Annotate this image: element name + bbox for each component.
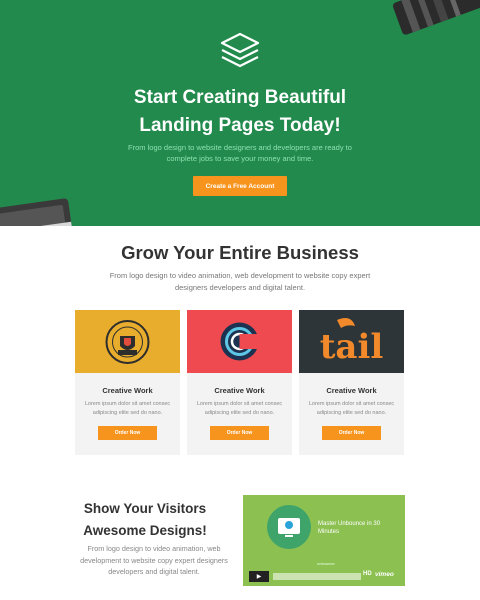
video-player[interactable]: Master Unbounce in 30 Minutes unbounce ▶… bbox=[243, 495, 405, 586]
show-subtitle: From logo design to video animation, web… bbox=[80, 544, 228, 576]
video-title: Master Unbounce in 30 Minutes bbox=[318, 521, 381, 535]
order-now-button[interactable]: Order Now bbox=[210, 426, 269, 440]
card-title: Creative Work bbox=[102, 386, 153, 395]
show-title-line-1: Show Your Visitors bbox=[83, 501, 207, 516]
order-now-button[interactable]: Order Now bbox=[98, 426, 157, 440]
video-progress-track[interactable] bbox=[273, 573, 361, 580]
vimeo-logo[interactable]: vimeo bbox=[375, 571, 394, 578]
feature-card: tail Creative Work Lorem ipsum dolor sit… bbox=[299, 310, 404, 455]
section-title: Grow Your Entire Business bbox=[121, 242, 359, 263]
fox-tail-logo-icon: tail bbox=[320, 318, 384, 367]
create-account-button[interactable]: Create a Free Account bbox=[193, 176, 287, 196]
hero-subtitle: From logo design to website designers an… bbox=[128, 143, 352, 163]
video-brand-label: unbounce bbox=[317, 561, 335, 566]
feature-card: Creative Work Lorem ipsum dolor sit amet… bbox=[187, 310, 292, 455]
card-image-logo bbox=[187, 310, 292, 373]
layers-icon bbox=[220, 32, 260, 68]
card-text: Lorem ipsum dolor sit amet consec adipis… bbox=[308, 401, 395, 416]
card-image-tail: tail bbox=[299, 310, 404, 373]
device-image bbox=[0, 198, 73, 226]
hero-title-line-1: Start Creating Beautiful bbox=[133, 87, 347, 108]
card-image-illustration bbox=[75, 310, 180, 373]
tail-logo-text: tail bbox=[320, 327, 384, 367]
hd-toggle[interactable]: HD bbox=[363, 571, 372, 577]
card-text: Lorem ipsum dolor sit amet consec adipis… bbox=[84, 401, 171, 416]
section-subtitle: From logo design to video animation, web… bbox=[109, 271, 371, 292]
card-text: Lorem ipsum dolor sit amet consec adipis… bbox=[196, 401, 283, 416]
hero-section: Start Creating Beautiful Landing Pages T… bbox=[0, 0, 480, 226]
illustration-badge-icon bbox=[105, 320, 150, 364]
c-logo-icon bbox=[220, 322, 262, 361]
hero-title: Start Creating Beautiful Landing Pages T… bbox=[0, 84, 480, 140]
show-title: Show Your Visitors Awesome Designs! bbox=[60, 498, 230, 542]
video-control-bar: ▶ HD vimeo bbox=[245, 569, 403, 583]
unbounce-icon bbox=[278, 518, 300, 537]
show-title-line-2: Awesome Designs! bbox=[83, 523, 207, 538]
camera-lens-image bbox=[392, 0, 480, 35]
feature-card: Creative Work Lorem ipsum dolor sit amet… bbox=[75, 310, 180, 455]
card-title: Creative Work bbox=[214, 386, 265, 395]
order-now-button[interactable]: Order Now bbox=[322, 426, 381, 440]
play-icon[interactable]: ▶ bbox=[249, 571, 269, 582]
card-title: Creative Work bbox=[326, 386, 377, 395]
hero-title-line-2: Landing Pages Today! bbox=[139, 115, 341, 136]
